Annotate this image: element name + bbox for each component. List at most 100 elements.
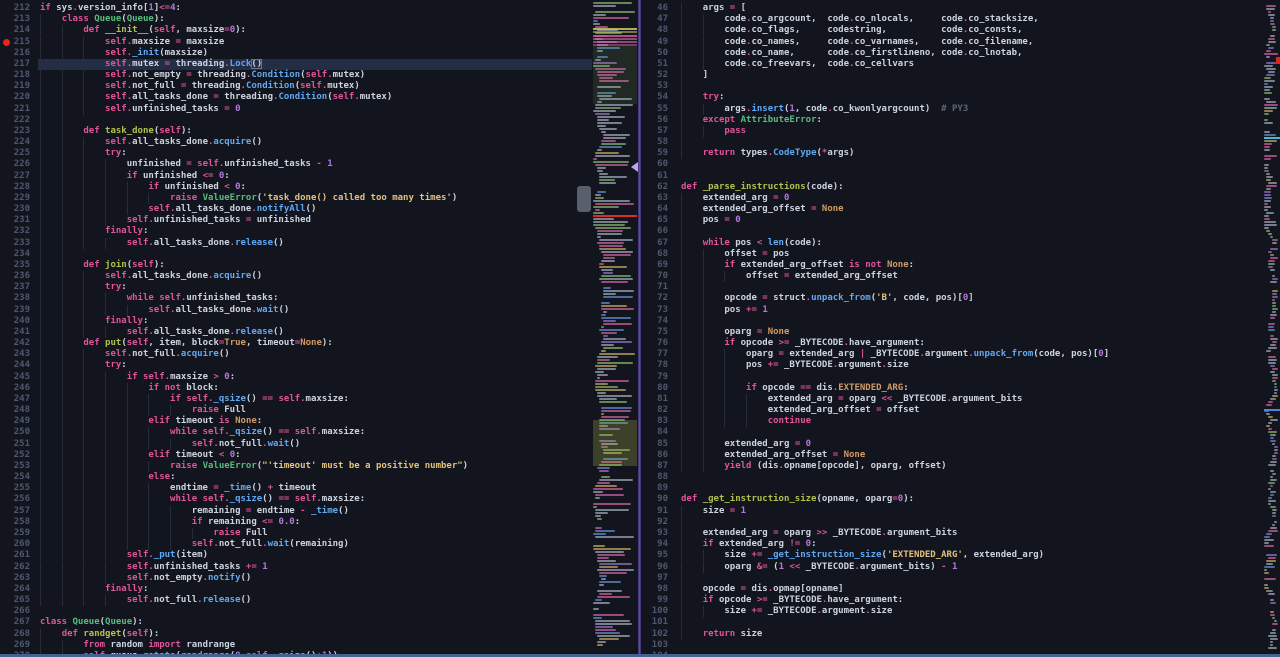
code-line[interactable]: 71 (641, 282, 1280, 293)
line-number[interactable]: 65 (641, 215, 668, 226)
right-minimap[interactable] (1264, 0, 1280, 657)
line-number[interactable]: 263 (0, 573, 30, 584)
line-number[interactable]: 230 (0, 204, 30, 215)
line-number[interactable]: 236 (0, 271, 30, 282)
code-line[interactable]: 99 if opcode >= _BYTECODE.have_argument: (641, 595, 1280, 606)
line-number[interactable]: 255 (0, 483, 30, 494)
code-line[interactable]: 103 (641, 640, 1280, 651)
code-line[interactable]: 75 oparg = None (641, 327, 1280, 338)
code-line[interactable]: 268 def randget(self): (0, 629, 638, 640)
line-number[interactable]: 213 (0, 14, 30, 25)
code-line[interactable]: 254 else: (0, 472, 638, 483)
line-number[interactable]: 83 (641, 416, 668, 427)
code-line[interactable]: 235 def join(self): (0, 260, 638, 271)
line-number[interactable]: 232 (0, 226, 30, 237)
line-number[interactable]: 265 (0, 595, 30, 606)
line-number[interactable]: 51 (641, 59, 668, 70)
line-number[interactable]: 60 (641, 159, 668, 170)
line-number[interactable]: 216 (0, 48, 30, 59)
code-line[interactable]: 93 extended_arg = oparg >> _BYTECODE.arg… (641, 528, 1280, 539)
code-line[interactable]: 264 finally: (0, 584, 638, 595)
line-number[interactable]: 252 (0, 450, 30, 461)
code-line[interactable]: 223 def task_done(self): (0, 126, 638, 137)
code-line[interactable]: 100 size += _BYTECODE.argument.size (641, 606, 1280, 617)
code-line[interactable]: 57 pass (641, 126, 1280, 137)
line-number[interactable]: 223 (0, 126, 30, 137)
line-number[interactable]: 261 (0, 550, 30, 561)
code-line[interactable]: 91 size = 1 (641, 506, 1280, 517)
line-number[interactable]: 94 (641, 539, 668, 550)
code-line[interactable]: 65 pos = 0 (641, 215, 1280, 226)
code-line[interactable]: 234 (0, 249, 638, 260)
scrollbar-thumb[interactable] (577, 186, 591, 212)
code-line[interactable]: 237 try: (0, 282, 638, 293)
line-number[interactable]: 101 (641, 617, 668, 628)
line-number[interactable]: 246 (0, 383, 30, 394)
code-line[interactable]: 82 extended_arg_offset = offset (641, 405, 1280, 416)
code-line[interactable]: 94 if extended_arg != 0: (641, 539, 1280, 550)
line-number[interactable]: 76 (641, 338, 668, 349)
line-number[interactable]: 56 (641, 115, 668, 126)
line-number[interactable]: 90 (641, 494, 668, 505)
code-line[interactable]: 58 (641, 137, 1280, 148)
code-line[interactable]: 81 extended_arg = oparg << _BYTECODE.arg… (641, 394, 1280, 405)
code-line[interactable]: 230 self.all_tasks_done.notifyAll() (0, 204, 638, 215)
line-number[interactable]: 233 (0, 238, 30, 249)
code-line[interactable]: 266 (0, 606, 638, 617)
code-line[interactable]: 236 self.all_tasks_done.acquire() (0, 271, 638, 282)
code-line[interactable]: 80 if opcode == dis.EXTENDED_ARG: (641, 383, 1280, 394)
line-number[interactable]: 86 (641, 450, 668, 461)
code-line[interactable]: 50 code.co_name, code.co_firstlineno, co… (641, 48, 1280, 59)
line-number[interactable]: 241 (0, 327, 30, 338)
line-number[interactable]: 226 (0, 159, 30, 170)
code-line[interactable]: 86 extended_arg_offset = None (641, 450, 1280, 461)
line-number[interactable]: 228 (0, 182, 30, 193)
code-line[interactable]: 56 except AttributeError: (641, 115, 1280, 126)
line-number[interactable]: 220 (0, 92, 30, 103)
code-line[interactable]: 255 endtime = _time() + timeout (0, 483, 638, 494)
line-number[interactable]: 62 (641, 182, 668, 193)
line-number[interactable]: 93 (641, 528, 668, 539)
line-number[interactable]: 237 (0, 282, 30, 293)
code-line[interactable]: 256 while self._qsize() == self.maxsize: (0, 494, 638, 505)
code-line[interactable]: 98 opcode = dis.opmap[opname] (641, 584, 1280, 595)
code-line[interactable]: 221 self.unfinished_tasks = 0 (0, 104, 638, 115)
line-number[interactable]: 85 (641, 439, 668, 450)
code-line[interactable]: 60 (641, 159, 1280, 170)
line-number[interactable]: 219 (0, 81, 30, 92)
code-line[interactable]: 215 self.maxsize = maxsize (0, 37, 638, 48)
line-number[interactable]: 238 (0, 293, 30, 304)
line-number[interactable]: 96 (641, 562, 668, 573)
line-number[interactable]: 253 (0, 461, 30, 472)
line-number[interactable]: 269 (0, 640, 30, 651)
code-line[interactable]: 59 return types.CodeType(*args) (641, 148, 1280, 159)
line-number[interactable]: 95 (641, 550, 668, 561)
code-line[interactable]: 78 pos += _BYTECODE.argument.size (641, 360, 1280, 371)
line-number[interactable]: 259 (0, 528, 30, 539)
line-number[interactable]: 248 (0, 405, 30, 416)
code-line[interactable]: 247 if self._qsize() == self.maxsize: (0, 394, 638, 405)
line-number[interactable]: 267 (0, 617, 30, 628)
line-number[interactable]: 68 (641, 249, 668, 260)
line-number[interactable]: 257 (0, 506, 30, 517)
code-line[interactable]: 101 (641, 617, 1280, 628)
line-number[interactable]: 243 (0, 349, 30, 360)
line-number[interactable]: 55 (641, 104, 668, 115)
code-line[interactable]: 261 self._put(item) (0, 550, 638, 561)
code-line[interactable]: 95 size += _get_instruction_size('EXTEND… (641, 550, 1280, 561)
code-line[interactable]: 244 try: (0, 360, 638, 371)
code-line[interactable]: 226 unfinished = self.unfinished_tasks -… (0, 159, 638, 170)
code-line[interactable]: 245 if self.maxsize > 0: (0, 372, 638, 383)
code-line[interactable]: 267class Queue(Queue): (0, 617, 638, 628)
line-number[interactable]: 266 (0, 606, 30, 617)
line-number[interactable]: 260 (0, 539, 30, 550)
line-number[interactable]: 47 (641, 14, 668, 25)
code-line[interactable]: 68 offset = pos (641, 249, 1280, 260)
line-number[interactable]: 242 (0, 338, 30, 349)
code-line[interactable]: 241 self.all_tasks_done.release() (0, 327, 638, 338)
code-line[interactable]: 265 self.not_full.release() (0, 595, 638, 606)
line-number[interactable]: 80 (641, 383, 668, 394)
code-line[interactable]: 84 (641, 427, 1280, 438)
line-number[interactable]: 69 (641, 260, 668, 271)
line-number[interactable]: 235 (0, 260, 30, 271)
